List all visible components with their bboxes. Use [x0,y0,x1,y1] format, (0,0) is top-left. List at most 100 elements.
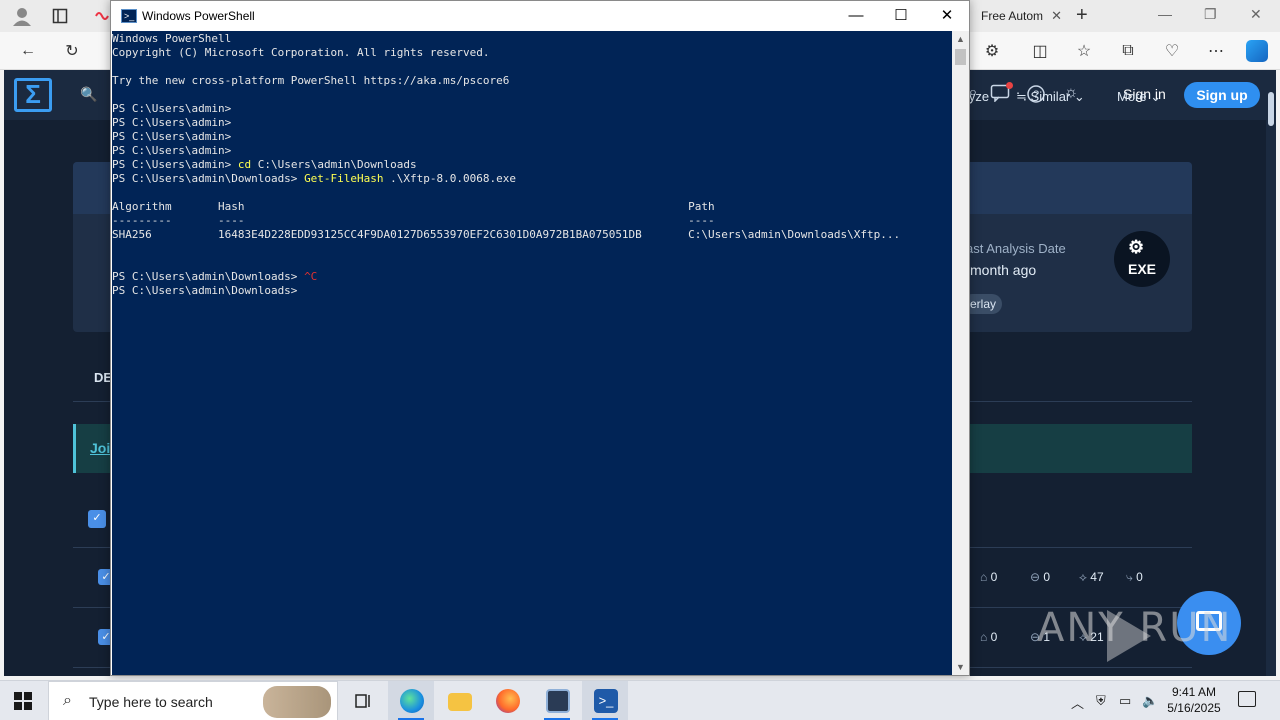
console-line: PS C:\Users\admin> [112,116,900,130]
console-interrupt: ^C [304,270,318,283]
console-command: Get-FileHash [304,172,384,185]
security-icon[interactable]: ⛨ [1096,693,1106,709]
taskbar-edge-icon[interactable] [388,681,434,720]
volume-icon[interactable]: 🔈 [1142,693,1158,709]
task-view-button[interactable] [340,681,386,720]
clock-date: 5/16/2025 [1167,701,1221,715]
console-line: PS C:\Users\admin> [112,102,900,116]
console-prompt: PS C:\Users\admin\Downloads> [112,270,305,283]
tab-free-autom[interactable]: Free Autom ✕ [972,2,1068,30]
extensions-icon[interactable]: ⚙ [980,39,1004,63]
page-scrollbar-thumb[interactable] [1268,92,1274,126]
more-options-icon[interactable]: ⋯ [1204,39,1228,63]
sign-up-button[interactable]: Sign up [1184,82,1260,108]
network-icon[interactable]: ▭ [1119,693,1131,709]
profile-icon[interactable] [10,4,34,28]
console-text: Windows PowerShell [112,32,232,45]
taskbar-clock[interactable]: 9:41 AM 5/16/2025 [1166,684,1222,716]
clock-time: 9:41 AM [1171,685,1217,699]
console-text: PS C:\Users\admin> [112,116,232,129]
console-text: PS C:\Users\admin> [112,102,232,115]
search-icon: ⌕ [63,692,72,709]
taskbar-powershell-icon[interactable]: >_ [582,681,628,720]
powershell-title-bar[interactable]: >_ Windows PowerShell — ☐ ✕ [111,1,969,31]
console-scrollbar[interactable]: ▲ ▼ [952,31,969,675]
console-command: cd [237,158,252,171]
taskbar-firefox-icon[interactable] [484,681,530,720]
console-line: PS C:\Users\admin\Downloads> ^C [112,270,900,284]
console-line: Algorithm Hash Path [112,200,900,214]
console-text: Try the new cross-platform PowerShell ht… [112,74,510,87]
notifications-icon[interactable] [1238,691,1256,707]
tab-title: Free Autom [981,9,1044,23]
console-line: PS C:\Users\admin\Downloads> [112,284,900,298]
console-line: Try the new cross-platform PowerShell ht… [112,74,900,88]
start-windows-icon[interactable] [14,692,32,710]
console-line: Copyright (C) Microsoft Corporation. All… [112,46,900,60]
taskbar-search-placeholder: Type here to search [89,694,213,710]
console-prompt: PS C:\Users\admin> [112,158,238,171]
console-scrollbar-thumb[interactable] [955,49,966,65]
taskbar-file-explorer-icon[interactable] [436,681,482,720]
show-hidden-icons-chevron-icon[interactable]: ︿ [1071,693,1084,712]
split-screen-icon[interactable]: ◫ [1028,39,1052,63]
close-tab-icon[interactable]: ✕ [1051,8,1062,24]
select-all-checkbox[interactable]: ✓ [88,510,106,528]
row-stat: ⟡ 47 [1079,570,1104,584]
copilot-icon[interactable] [1246,40,1268,62]
powershell-window[interactable]: >_ Windows PowerShell — ☐ ✕ Windows Powe… [110,0,970,676]
firefox-icon [496,689,520,713]
taskbar-search-box[interactable]: ⌕ Type here to search [48,681,338,720]
last-analysis-date-label: ast Analysis Date [966,241,1066,256]
row-stat: ⊖ 0 [1030,570,1051,584]
page-scrollbar[interactable] [1266,70,1276,676]
ps-maximize-button[interactable]: ☐ [886,5,916,27]
last-analysis-date-value: month ago [970,262,1037,278]
powershell-icon: >_ [121,9,137,23]
scroll-up-icon[interactable]: ▲ [952,31,969,47]
console-line: Windows PowerShell [112,32,900,46]
new-tab-button[interactable]: + [1076,4,1088,27]
taskbar-app-icon[interactable] [534,681,580,720]
join-link[interactable]: Joi [90,440,110,456]
search-icon[interactable]: 🔍 [80,86,97,103]
anyrun-watermark: ANY RUN [1037,605,1233,651]
ps-minimize-button[interactable]: — [841,5,871,27]
console-line: PS C:\Users\admin\Downloads> Get-FileHas… [112,172,900,186]
powershell-console[interactable]: Windows PowerShell Copyright (C) Microsof… [112,31,952,675]
collections-icon[interactable]: ⧉ [1116,39,1140,63]
console-line: SHA256 16483E4D228EDD93125CC4F9DA0127D65… [112,228,900,242]
console-arguments: .\Xftp-8.0.0068.exe [383,172,516,185]
console-text: PS C:\Users\admin> [112,130,232,143]
powershell-title: Windows PowerShell [142,9,255,23]
similar-label: Similar [1030,89,1071,104]
ps-close-button[interactable]: ✕ [932,5,962,27]
exe-file-icon: ⚙ [1128,237,1145,257]
similar-dropdown[interactable]: ≒ Similar ⌄ [1016,89,1085,105]
browser-close-button[interactable]: ✕ [1250,6,1262,23]
anyrun-logo[interactable]: Σ [14,78,52,112]
console-line: PS C:\Users\admin> [112,144,900,158]
edge-icon [400,689,424,713]
folder-icon [448,693,472,711]
console-text: Algorithm Hash Path [112,200,715,213]
scroll-down-icon[interactable]: ▼ [952,659,969,675]
console-line: --------- ---- ---- [112,214,900,228]
refresh-icon[interactable]: ↻ [60,39,84,63]
more-dropdown[interactable]: More ⌄ [1117,89,1161,105]
search-highlight-image [263,686,331,718]
tab-actions-icon[interactable] [48,4,72,28]
notification-dot [1006,82,1013,89]
favorites-star-icon[interactable]: ☆ [1072,39,1096,63]
console-text: --------- ---- ---- [112,214,715,227]
browser-essentials-icon[interactable]: ♡ [1160,39,1184,63]
console-text: SHA256 16483E4D228EDD93125CC4F9DA0127D65… [112,228,901,241]
browser-restore-button[interactable]: ❐ [1204,6,1217,23]
console-output: Windows PowerShell Copyright (C) Microsof… [112,32,900,298]
powershell-icon: >_ [594,689,618,713]
back-arrow-icon[interactable]: ← [16,39,40,63]
exe-file-type-badge: ⚙ EXE [1114,231,1170,287]
browser-minimize-button[interactable]: — [1158,6,1172,22]
